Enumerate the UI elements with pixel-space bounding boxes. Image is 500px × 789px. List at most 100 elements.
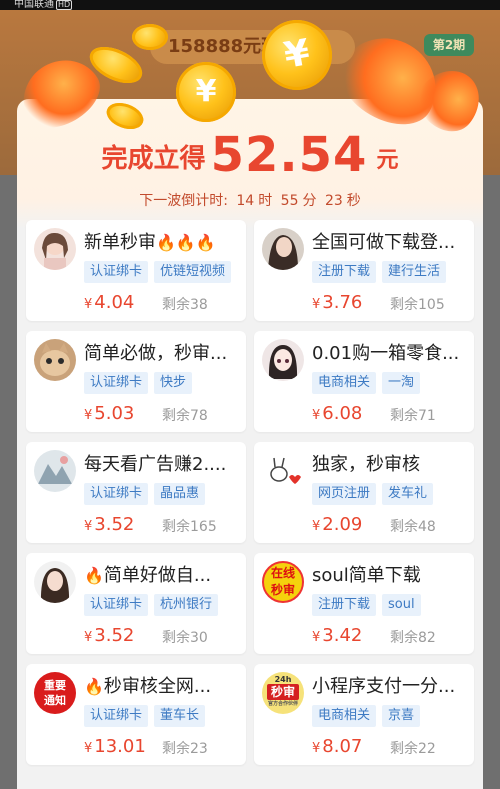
task-card[interactable]: 🔥简单好做自... 认证绑卡 杭州银行 ¥3.52 剩余30 [26, 553, 246, 654]
task-tag: 一淘 [382, 372, 421, 394]
task-card[interactable]: 0.01购一箱零食... 电商相关 一淘 ¥6.08 剩余71 [254, 331, 474, 432]
task-title-text: 全国可做下载登... [312, 232, 456, 253]
task-tag: 认证绑卡 [84, 372, 149, 394]
task-tag: soul [382, 594, 421, 616]
task-tag: 董车长 [154, 705, 206, 727]
countdown-minutes-unit: 分 [302, 193, 317, 209]
countdown-seconds: 23 [324, 193, 343, 209]
task-avatar [262, 450, 304, 492]
coin-yen-center-icon: ¥ [176, 62, 236, 122]
task-tag: 发车礼 [382, 483, 434, 505]
task-card[interactable]: 简单必做，秒审... 认证绑卡 快步 ¥5.03 剩余78 [26, 331, 246, 432]
task-price-value: 3.76 [322, 292, 363, 313]
task-title: 简单必做，秒审... [84, 341, 244, 367]
task-title: 独家，秒审核 [312, 452, 472, 478]
task-price: ¥5.03 [84, 403, 134, 424]
task-title-text: 小程序支付一分... [312, 676, 456, 697]
task-title-text: 简单好做自... [103, 565, 212, 586]
countdown-hours: 14 [236, 193, 255, 209]
network-badge: HD [56, 0, 73, 10]
task-remaining: 剩余105 [390, 297, 445, 313]
task-avatar [34, 339, 76, 381]
task-card[interactable]: 在线 秒审 soul简单下载 注册下载 soul ¥3.42 剩余82 [254, 553, 474, 654]
task-price-value: 2.09 [322, 514, 363, 535]
task-avatar: 重要 通知 [34, 672, 76, 714]
avatar-text-line: 秒审 [267, 684, 299, 700]
task-price: ¥6.08 [312, 403, 362, 424]
avatar-text-line: 在线 [270, 566, 295, 580]
task-tags: 认证绑卡 优链短视频 [84, 260, 246, 284]
task-price: ¥3.76 [312, 292, 362, 313]
task-tag: 注册下载 [312, 594, 377, 616]
reward-unit: 元 [376, 148, 399, 173]
task-price: ¥3.52 [84, 625, 134, 646]
task-card[interactable]: 重要 通知 🔥秒审核全网... 认证绑卡 董车长 ¥13.01 剩余23 [26, 664, 246, 765]
task-price: ¥3.42 [312, 625, 362, 646]
task-title: 🔥秒审核全网... [84, 674, 244, 700]
task-avatar [34, 228, 76, 270]
task-avatar [34, 450, 76, 492]
task-tags: 认证绑卡 董车长 [84, 704, 246, 728]
task-card[interactable]: 独家，秒审核 网页注册 发车礼 ¥2.09 剩余48 [254, 442, 474, 543]
coin-small-icon [132, 24, 168, 50]
countdown-minutes: 55 [280, 193, 299, 209]
status-bar: 中国联通 HD [0, 0, 500, 10]
task-price: ¥13.01 [84, 736, 146, 757]
currency-symbol: ¥ [312, 408, 321, 423]
task-tag: 认证绑卡 [84, 261, 149, 283]
task-price-value: 5.03 [94, 403, 135, 424]
task-tag: 认证绑卡 [84, 705, 149, 727]
task-tag: 优链短视频 [154, 261, 232, 283]
countdown-hours-unit: 时 [258, 193, 273, 209]
task-remaining: 剩余38 [162, 297, 208, 313]
task-tags: 电商相关 一淘 [312, 371, 474, 395]
task-tag: 注册下载 [312, 261, 377, 283]
task-title-text: 秒审核全网... [103, 676, 212, 697]
task-remaining: 剩余30 [162, 630, 208, 646]
task-tags: 注册下载 soul [312, 593, 474, 617]
fire-icon: 🔥 [84, 677, 104, 696]
task-price: ¥4.04 [84, 292, 134, 313]
task-remaining: 剩余82 [390, 630, 436, 646]
task-title-text: 每天看广告赚2.... [84, 454, 227, 475]
task-tag: 建行生活 [382, 261, 447, 283]
task-tag: 网页注册 [312, 483, 377, 505]
task-title-text: 独家，秒审核 [312, 454, 420, 475]
reward-amount: 52.54 [210, 127, 368, 183]
task-avatar [262, 339, 304, 381]
task-avatar: 在线 秒审 [262, 561, 304, 603]
task-avatar: 24h 秒审 官方合作伙伴 [262, 672, 304, 714]
task-remaining: 剩余78 [162, 408, 208, 424]
currency-symbol: ¥ [312, 630, 321, 645]
task-card[interactable]: 新单秒审🔥🔥🔥 认证绑卡 优链短视频 ¥4.04 剩余38 [26, 220, 246, 321]
task-title: 每天看广告赚2.... [84, 452, 244, 478]
task-title: 🔥简单好做自... [84, 563, 244, 589]
currency-symbol: ¥ [84, 519, 93, 534]
currency-symbol: ¥ [312, 741, 321, 756]
task-tag: 杭州银行 [154, 594, 219, 616]
task-price: ¥3.52 [84, 514, 134, 535]
issue-badge: 第2期 [424, 34, 474, 56]
carrier-label: 中国联通 [14, 0, 54, 10]
task-price: ¥2.09 [312, 514, 362, 535]
countdown-timer: 下一波倒计时: 14 时 55 分 23 秒 [17, 190, 483, 210]
task-card[interactable]: 全国可做下载登... 注册下载 建行生活 ¥3.76 剩余105 [254, 220, 474, 321]
task-price-value: 3.42 [322, 625, 363, 646]
reward-modal: 完成立得 52.54 元 下一波倒计时: 14 时 55 分 23 秒 新单秒审🔥🔥🔥… [17, 99, 483, 789]
currency-symbol: ¥ [84, 408, 93, 423]
task-remaining: 剩余165 [162, 519, 217, 535]
task-tags: 注册下载 建行生活 [312, 260, 474, 284]
task-card[interactable]: 每天看广告赚2.... 认证绑卡 晶品惠 ¥3.52 剩余165 [26, 442, 246, 543]
currency-symbol: ¥ [84, 741, 93, 756]
task-card[interactable]: 24h 秒审 官方合作伙伴 小程序支付一分... 电商相关 京喜 ¥8.07 剩余22 [254, 664, 474, 765]
task-price: ¥8.07 [312, 736, 362, 757]
task-title-text: soul简单下载 [312, 565, 421, 586]
task-title: 全国可做下载登... [312, 230, 472, 256]
task-price-value: 8.07 [322, 736, 363, 757]
task-remaining: 剩余71 [390, 408, 436, 424]
task-remaining: 剩余22 [390, 741, 436, 757]
countdown-label: 下一波倒计时: [139, 193, 228, 209]
task-tags: 电商相关 京喜 [312, 704, 474, 728]
task-price-value: 3.52 [94, 625, 135, 646]
task-avatar [262, 228, 304, 270]
